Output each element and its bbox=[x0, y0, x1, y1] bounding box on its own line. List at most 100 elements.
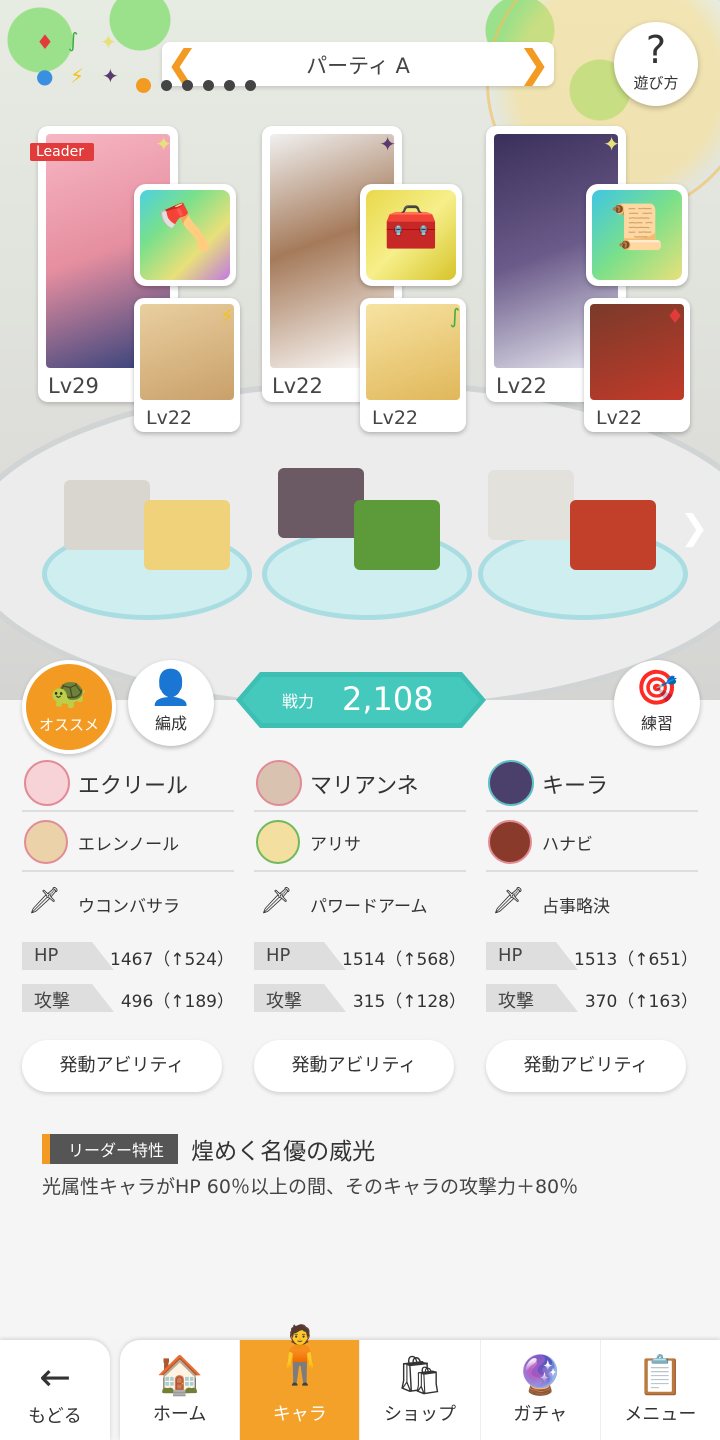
tab-gacha[interactable]: 🔮 ガチャ bbox=[479, 1340, 600, 1440]
attack-stat: 攻撃 496（↑189） bbox=[22, 984, 234, 1014]
party-page-dot[interactable] bbox=[224, 80, 235, 91]
avatar bbox=[24, 760, 70, 806]
next-party-arrow-icon[interactable]: ❯ bbox=[518, 44, 550, 84]
sub-character-name: ハナビ bbox=[542, 835, 593, 855]
pixel-block bbox=[570, 500, 656, 570]
hp-stat: HP 1513（↑651） bbox=[486, 942, 698, 972]
hp-label: HP bbox=[266, 945, 291, 966]
sub-character-row[interactable]: エレンノール bbox=[22, 812, 234, 872]
weapon-row[interactable]: 🗡 占事略決 bbox=[486, 872, 698, 930]
weapon-slot-2[interactable]: 🧰 bbox=[360, 184, 462, 286]
wind-element-icon: ∫ bbox=[68, 28, 79, 52]
water-element-icon: ● bbox=[36, 64, 54, 88]
tab-shop[interactable]: 🛍 ショップ bbox=[359, 1340, 479, 1440]
level-label: Lv22 bbox=[272, 374, 323, 398]
home-icon: 🏠 bbox=[155, 1353, 204, 1397]
ability-button-1[interactable]: 発動アビリティ bbox=[22, 1040, 222, 1092]
hp-label: HP bbox=[498, 945, 523, 966]
light-element-icon: ✦ bbox=[155, 132, 172, 156]
main-tabs: 🏠 ホーム 🧍 キャラ 🛍 ショップ 🔮 ガチャ 📋 メニュー bbox=[120, 1323, 720, 1440]
tab-menu[interactable]: 📋 メニュー bbox=[599, 1340, 720, 1440]
back-label: もどる bbox=[28, 1406, 82, 1427]
gacha-icon: 🔮 bbox=[516, 1353, 564, 1397]
attack-stat: 攻撃 370（↑163） bbox=[486, 984, 698, 1014]
leader-tag: Leader bbox=[30, 143, 95, 161]
ability-button-2[interactable]: 発動アビリティ bbox=[254, 1040, 454, 1092]
sub-character-card-1[interactable]: ⚡ Lv22 bbox=[134, 298, 240, 432]
tab-home[interactable]: 🏠 ホーム bbox=[120, 1340, 239, 1440]
weapon-name: 占事略決 bbox=[542, 897, 610, 917]
axe-icon: 🪓 bbox=[157, 202, 213, 253]
power-value: 2,108 bbox=[342, 680, 434, 718]
pixel-block bbox=[354, 500, 440, 570]
party-column-1: エクリール エレンノール 🗡 ウコンバサラ HP 1467（↑524） 攻撃 4… bbox=[22, 756, 234, 1014]
weapon-row[interactable]: 🗡 パワードアーム bbox=[254, 872, 466, 930]
avatar bbox=[488, 760, 534, 806]
practice-button[interactable]: 🎯 練習 bbox=[614, 660, 700, 746]
party-page-dot[interactable] bbox=[182, 80, 193, 91]
tab-label: ホーム bbox=[152, 1404, 207, 1425]
help-button[interactable]: ? 遊び方 bbox=[614, 22, 698, 106]
level-label: Lv22 bbox=[596, 407, 643, 429]
power-badge: 戦力 2,108 bbox=[236, 672, 486, 728]
leader-skill-chip: リーダー特性 bbox=[42, 1134, 179, 1164]
hp-value: 1514（↑568） bbox=[342, 950, 466, 970]
sub-character-card-2[interactable]: ∫ Lv22 bbox=[360, 298, 466, 432]
recommend-button[interactable]: 🐢 オススメ bbox=[22, 660, 116, 754]
weapon-slot-3[interactable]: 📜 bbox=[586, 184, 688, 286]
fire-element-icon: ♦ bbox=[666, 304, 684, 328]
attack-label: 攻撃 bbox=[266, 991, 302, 1012]
thunder-element-icon: ⚡ bbox=[219, 304, 234, 328]
back-button[interactable]: ← もどる bbox=[0, 1340, 110, 1440]
main-character-row[interactable]: キーラ bbox=[486, 756, 698, 812]
pixel-block bbox=[144, 500, 230, 570]
attack-value: 496（↑189） bbox=[120, 992, 234, 1012]
dark-element-icon: ✦ bbox=[102, 64, 119, 88]
sub-character-row[interactable]: アリサ bbox=[254, 812, 466, 872]
tab-label: ショップ bbox=[384, 1404, 456, 1425]
training-dummy-icon: 🎯 bbox=[635, 668, 679, 708]
level-label: Lv22 bbox=[496, 374, 547, 398]
party-page-dot[interactable] bbox=[203, 80, 214, 91]
thunder-element-icon: ⚡ bbox=[70, 64, 85, 88]
party-page-dot[interactable] bbox=[245, 80, 256, 91]
weapon-name: ウコンバサラ bbox=[78, 897, 180, 917]
level-label: Lv22 bbox=[372, 407, 419, 429]
weapon-row[interactable]: 🗡 ウコンバサラ bbox=[22, 872, 234, 930]
hp-label: HP bbox=[34, 945, 59, 966]
character-icon: 🧍 bbox=[264, 1323, 335, 1388]
party-column-2: マリアンネ アリサ 🗡 パワードアーム HP 1514（↑568） 攻撃 315… bbox=[254, 756, 466, 1014]
main-character-name: キーラ bbox=[542, 774, 609, 799]
formation-button[interactable]: 👤 編成 bbox=[128, 660, 214, 746]
help-label: 遊び方 bbox=[633, 74, 679, 92]
party-page-dot[interactable] bbox=[136, 78, 151, 93]
avatar bbox=[24, 820, 68, 864]
tab-label: メニュー bbox=[624, 1404, 697, 1425]
leader-skill-title: 煌めく名優の威光 bbox=[191, 1139, 376, 1165]
weapon-icon: 🗡 bbox=[28, 886, 62, 916]
attack-label: 攻撃 bbox=[34, 991, 70, 1012]
tab-label: キャラ bbox=[272, 1404, 327, 1425]
turtle-icon: 🐢 bbox=[50, 676, 88, 711]
avatar bbox=[488, 820, 532, 864]
sub-character-row[interactable]: ハナビ bbox=[486, 812, 698, 872]
main-character-name: マリアンネ bbox=[310, 774, 419, 799]
hp-stat: HP 1514（↑568） bbox=[254, 942, 466, 972]
attack-label: 攻撃 bbox=[498, 991, 534, 1012]
next-arrow-icon[interactable]: ❯ bbox=[680, 508, 709, 548]
main-character-name: エクリール bbox=[78, 774, 189, 799]
ability-button-3[interactable]: 発動アビリティ bbox=[486, 1040, 686, 1092]
main-character-row[interactable]: マリアンネ bbox=[254, 756, 466, 812]
weapon-slot-1[interactable]: 🪓 bbox=[134, 184, 236, 286]
sub-character-name: アリサ bbox=[310, 835, 361, 855]
avatar bbox=[256, 820, 300, 864]
party-page-dot[interactable] bbox=[161, 80, 172, 91]
pixel-block bbox=[278, 468, 364, 538]
sub-character-card-3[interactable]: ♦ Lv22 bbox=[584, 298, 690, 432]
weapon-icon: 🗡 bbox=[492, 886, 526, 916]
attack-value: 370（↑163） bbox=[584, 992, 698, 1012]
tab-character[interactable]: 🧍 キャラ bbox=[239, 1323, 360, 1440]
hp-value: 1513（↑651） bbox=[574, 950, 698, 970]
main-character-row[interactable]: エクリール bbox=[22, 756, 234, 812]
weapon-icon: 🗡 bbox=[260, 886, 294, 916]
